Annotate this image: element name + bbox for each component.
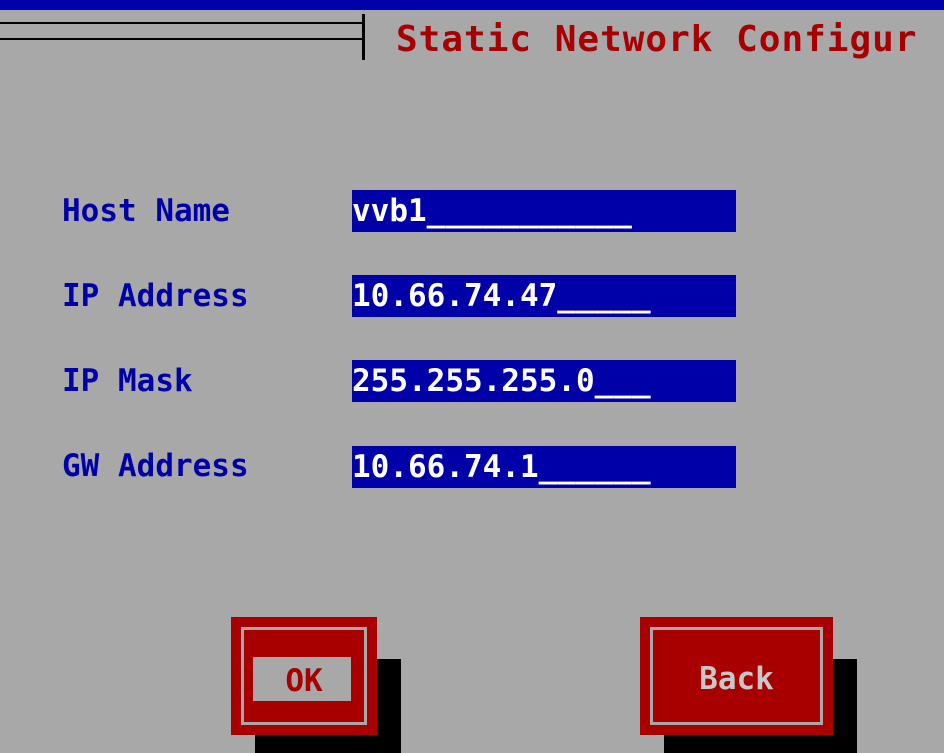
installer-screen: Static Network Configur Host Name vvb1__… bbox=[0, 0, 944, 753]
host-name-field[interactable]: vvb1___________ bbox=[352, 190, 736, 232]
dialog-title: Static Network Configur bbox=[396, 19, 918, 60]
window-frame-corner bbox=[362, 14, 365, 60]
gw-address-label: GW Address bbox=[62, 448, 249, 484]
window-frame-line-top bbox=[0, 22, 363, 24]
window-frame-line-bottom bbox=[0, 38, 363, 40]
back-button[interactable]: Back bbox=[640, 617, 833, 735]
ip-address-field[interactable]: 10.66.74.47_____ bbox=[352, 275, 736, 317]
ip-mask-label: IP Mask bbox=[62, 363, 193, 399]
ok-button[interactable]: OK bbox=[231, 617, 377, 735]
gw-address-field[interactable]: 10.66.74.1______ bbox=[352, 446, 736, 488]
ip-mask-field[interactable]: 255.255.255.0___ bbox=[352, 360, 736, 402]
top-border-strip bbox=[0, 0, 944, 10]
back-button-label: Back bbox=[699, 661, 774, 697]
ip-address-label: IP Address bbox=[62, 278, 249, 314]
ok-button-label: OK bbox=[285, 663, 323, 699]
host-name-label: Host Name bbox=[62, 193, 230, 229]
